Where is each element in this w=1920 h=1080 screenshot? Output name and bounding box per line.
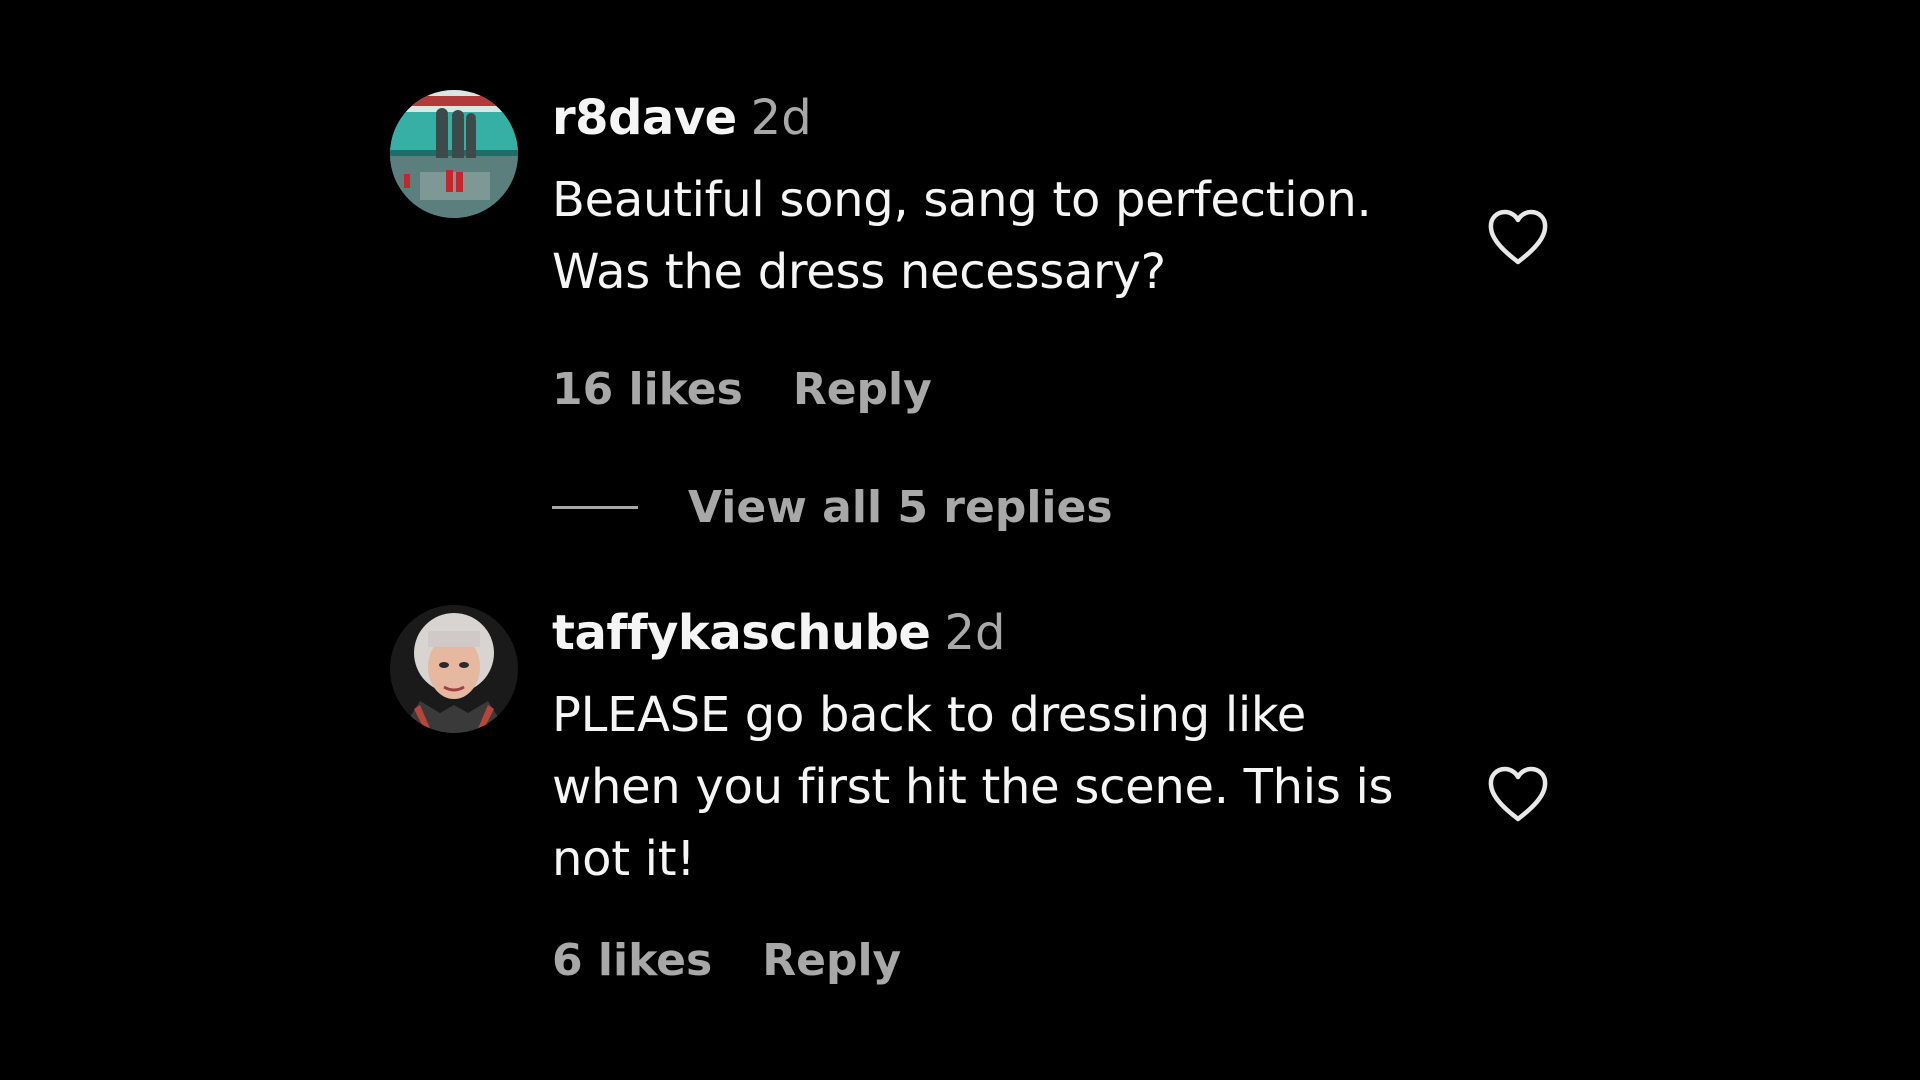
comment-text: PLEASE go back to dressing like when you… [552,679,1432,895]
heart-outline-icon[interactable] [1486,208,1550,268]
view-replies-label: View all 5 replies [688,482,1113,533]
comment-text-line: not it! [552,831,696,887]
view-replies-button[interactable]: View all 5 replies [552,482,1113,533]
timestamp: 2d [944,605,1006,661]
reply-button[interactable]: Reply [762,935,901,986]
comment-actions: 16 likes Reply [552,364,1432,415]
comment-text-line: when you first hit the scene. This is [552,759,1394,815]
replies-divider-line [552,506,638,509]
comment-body: r8dave 2d Beautiful song, sang to perfec… [552,90,1432,415]
reply-button[interactable]: Reply [793,364,932,415]
comment-text-line: Was the dress necessary? [552,244,1166,300]
comment-text-line: Beautiful song, sang to perfection. [552,172,1372,228]
username[interactable]: r8dave [552,90,737,146]
heart-outline-icon[interactable] [1486,765,1550,825]
comments-panel: r8dave 2d Beautiful song, sang to perfec… [0,0,1920,1080]
stadium-statue-photo-avatar [390,90,518,218]
comment-actions: 6 likes Reply [552,935,1432,986]
comment-header: r8dave 2d [552,90,1432,168]
comment-body: taffykaschube 2d PLEASE go back to dress… [552,605,1432,986]
comment-text: Beautiful song, sang to perfection. Was … [552,164,1432,308]
timestamp: 2d [750,90,812,146]
likes-count[interactable]: 6 likes [552,935,712,986]
username[interactable]: taffykaschube [552,605,931,661]
avatar[interactable] [390,605,518,733]
avatar[interactable] [390,90,518,218]
comment-header: taffykaschube 2d [552,605,1432,683]
comment-text-line: PLEASE go back to dressing like [552,687,1306,743]
likes-count[interactable]: 16 likes [552,364,743,415]
woman-portrait-photo-avatar [390,605,518,733]
